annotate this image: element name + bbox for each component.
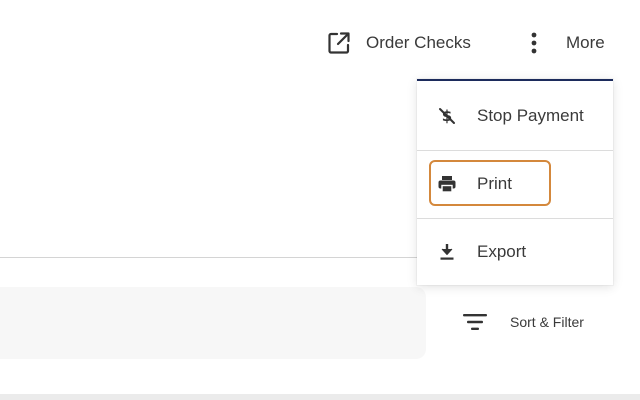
menu-item-print[interactable]: Print — [417, 151, 613, 217]
menu-label-export: Export — [477, 242, 527, 261]
sort-filter-label: Sort & Filter — [510, 314, 584, 330]
table-header-strip — [0, 394, 640, 400]
menu-item-export[interactable]: Export — [417, 219, 613, 285]
external-link-icon — [326, 30, 352, 56]
filter-lines-icon — [462, 312, 488, 332]
printer-icon — [437, 174, 457, 194]
more-label: More — [566, 33, 605, 52]
order-checks-label: Order Checks — [366, 33, 471, 52]
section-divider — [0, 257, 420, 258]
menu-label-stop-payment: Stop Payment — [477, 106, 584, 125]
search-bar[interactable] — [0, 287, 426, 359]
vertical-dots-icon — [528, 30, 540, 56]
order-checks-button[interactable]: Order Checks — [326, 27, 471, 59]
menu-item-stop-payment[interactable]: $ Stop Payment — [417, 83, 613, 149]
sort-filter-button[interactable]: Sort & Filter — [462, 308, 584, 336]
download-icon — [437, 242, 457, 262]
menu-label-print: Print — [477, 174, 512, 193]
more-dropdown-menu: $ Stop Payment Print Export — [417, 79, 613, 285]
more-button[interactable]: More — [528, 27, 605, 59]
stop-payment-icon: $ — [437, 106, 457, 126]
